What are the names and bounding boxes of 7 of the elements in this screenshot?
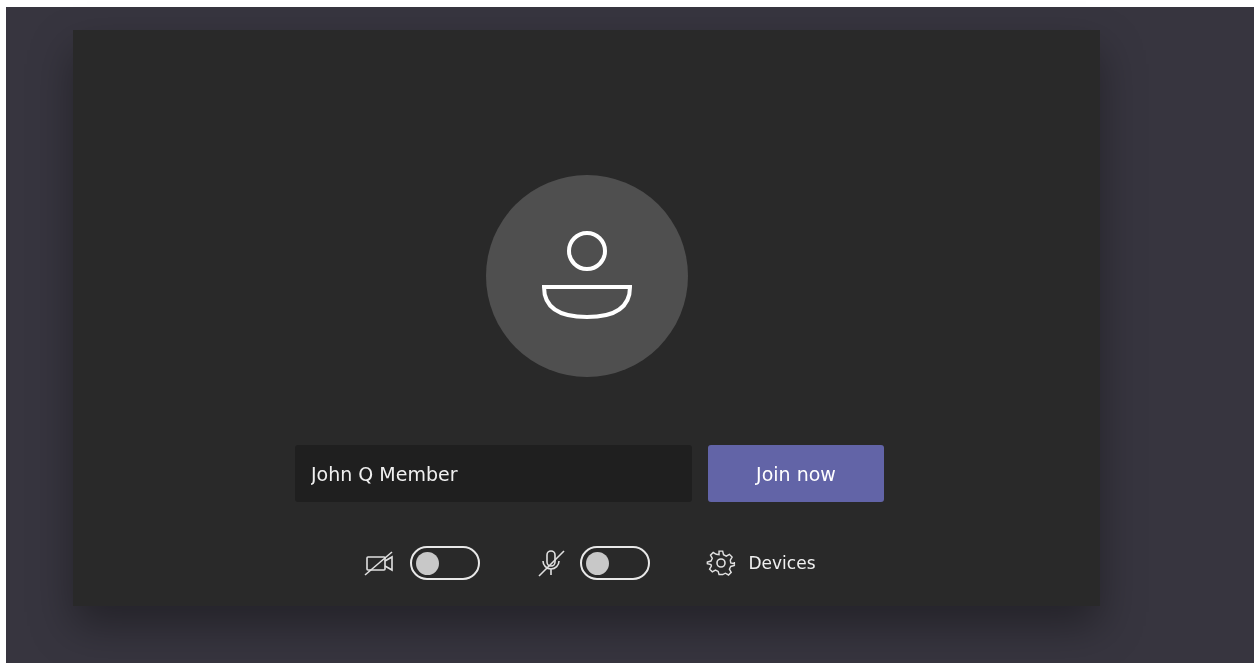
join-button[interactable]: Join now [708, 445, 884, 502]
camera-off-icon [363, 550, 396, 576]
toggle-switch[interactable] [409, 546, 480, 580]
toggle-switch[interactable] [579, 546, 650, 580]
settings-icon [705, 548, 736, 578]
person-icon [539, 231, 634, 321]
devices-button[interactable]: Devices [705, 548, 816, 578]
